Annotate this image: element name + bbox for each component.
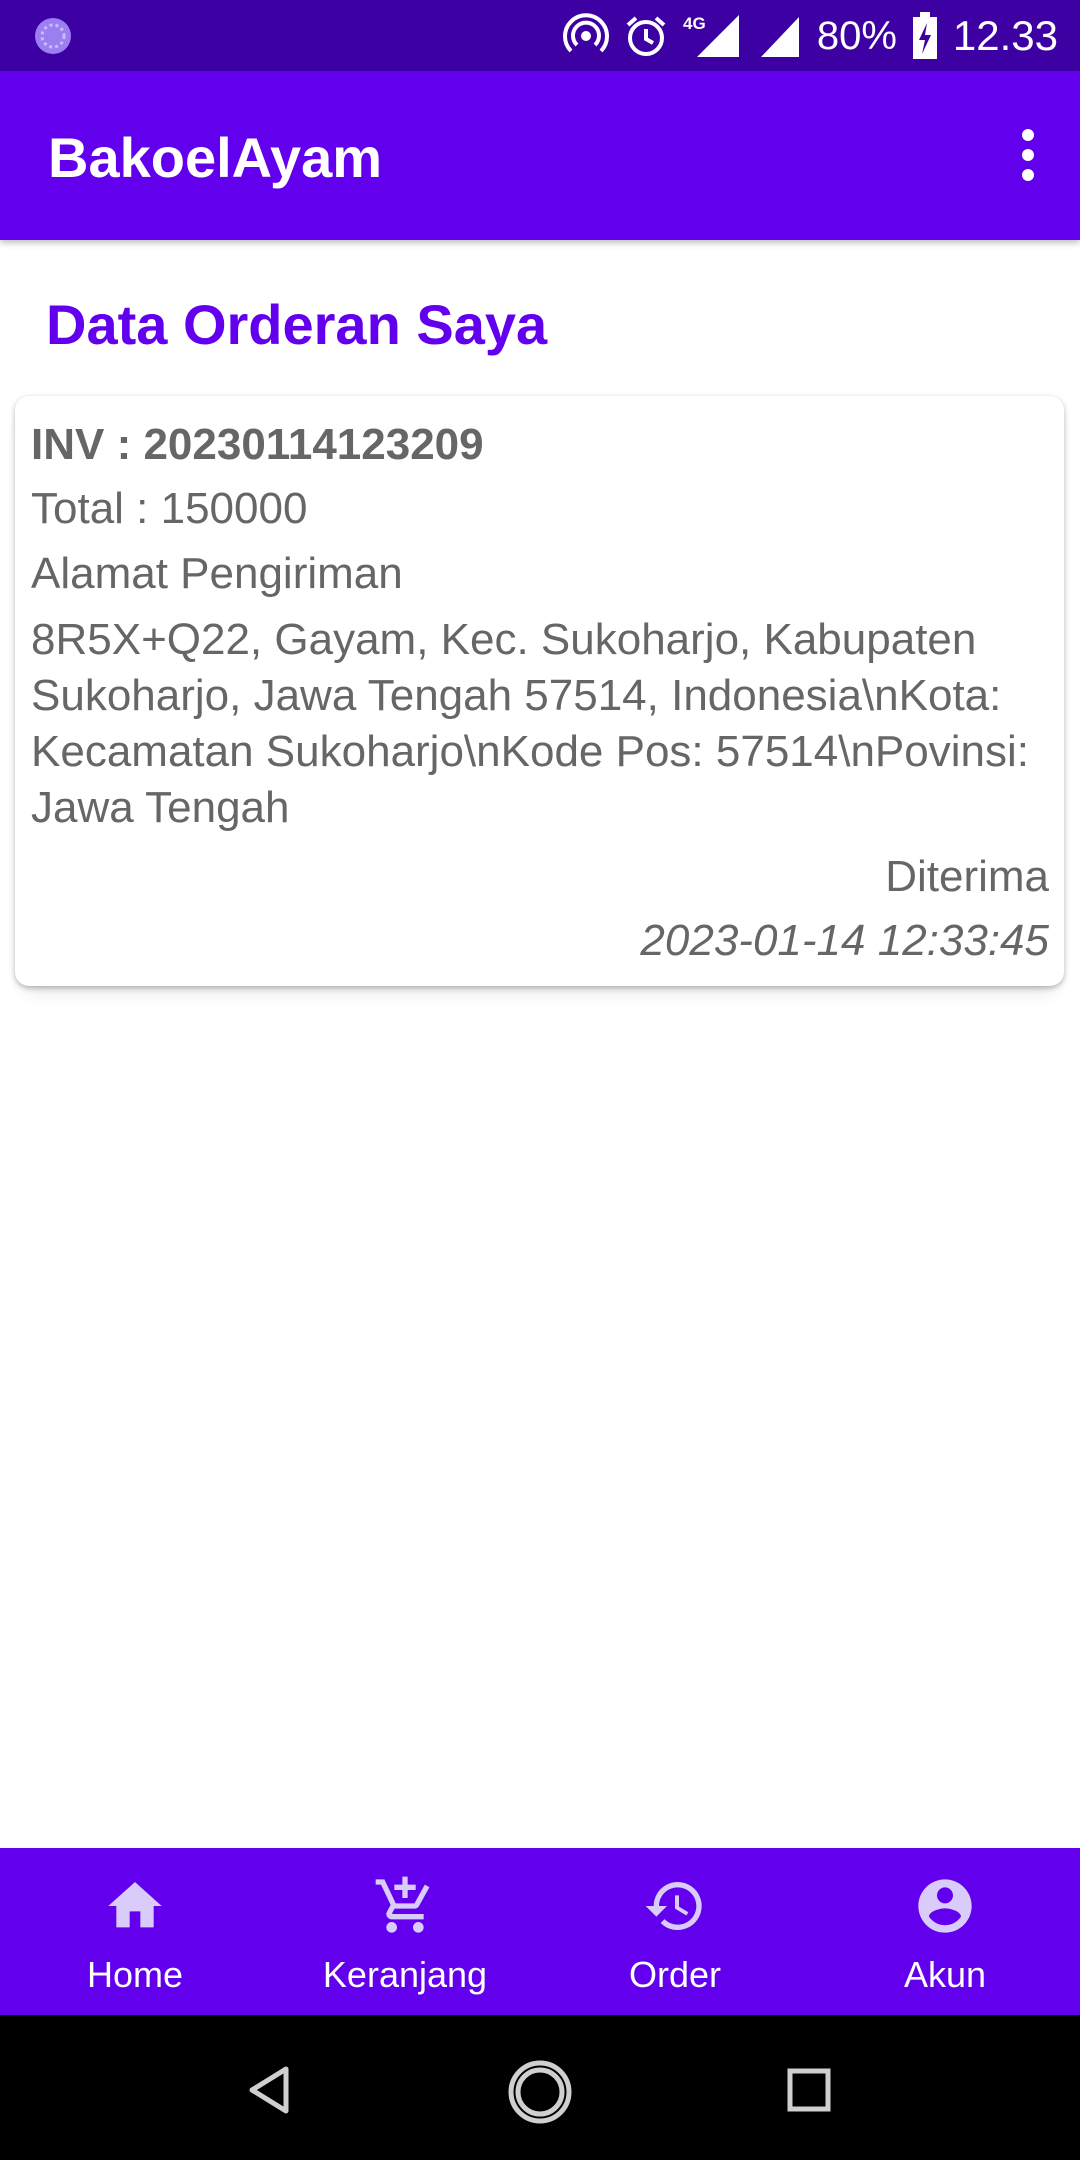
nav-keranjang-label: Keranjang — [322, 1954, 488, 1995]
status-bar: 4G 80% 12.33 — [0, 0, 1080, 71]
nav-keranjang[interactable]: Keranjang — [270, 1848, 540, 2015]
account-icon — [918, 1879, 972, 1933]
nav-order[interactable]: Order — [540, 1848, 810, 2015]
shipping-address: 8R5X+Q22, Gayam, Kec. Sukoharjo, Kabupat… — [31, 615, 1029, 832]
svg-text:4G: 4G — [683, 14, 706, 33]
address-label: Alamat Pengiriman — [31, 549, 403, 598]
page-title: Data Orderan Saya — [46, 293, 548, 356]
signal-icon — [760, 17, 799, 57]
order-card[interactable]: INV : 20230114123209 Total : 150000 Alam… — [15, 396, 1064, 986]
nav-akun[interactable]: Akun — [810, 1848, 1080, 2015]
app-title: BakoelAyam — [48, 126, 383, 189]
home-icon — [108, 1882, 162, 1928]
app-bar: BakoelAyam — [0, 71, 1080, 240]
nav-home[interactable]: Home — [0, 1848, 270, 2015]
order-status: Diterima — [885, 852, 1049, 901]
add-cart-icon — [375, 1876, 430, 1933]
battery-charging-icon — [912, 12, 937, 59]
history-icon — [645, 1882, 702, 1930]
order-datetime: 2023-01-14 12:33:45 — [640, 916, 1049, 965]
battery-percent: 80% — [816, 13, 897, 58]
nav-order-label: Order — [628, 1954, 722, 1995]
nav-home-label: Home — [86, 1954, 184, 1995]
home-circle-icon[interactable] — [506, 2058, 574, 2126]
signal-4g-icon: 4G — [683, 14, 739, 57]
back-icon[interactable] — [246, 2065, 292, 2115]
circle-notification-icon — [35, 18, 71, 54]
alarm-icon — [626, 16, 666, 56]
more-vert-icon[interactable] — [1006, 123, 1050, 189]
bottom-navigation: Home Keranjang Order Akun — [0, 1848, 1080, 2015]
nav-akun-label: Akun — [903, 1954, 987, 1995]
recents-icon[interactable] — [786, 2067, 832, 2113]
invoice-number: INV : 20230114123209 — [31, 420, 484, 469]
hotspot-icon — [562, 13, 609, 53]
order-total: Total : 150000 — [31, 484, 308, 533]
system-navigation-bar — [0, 2015, 1080, 2160]
clock: 12.33 — [952, 12, 1058, 59]
